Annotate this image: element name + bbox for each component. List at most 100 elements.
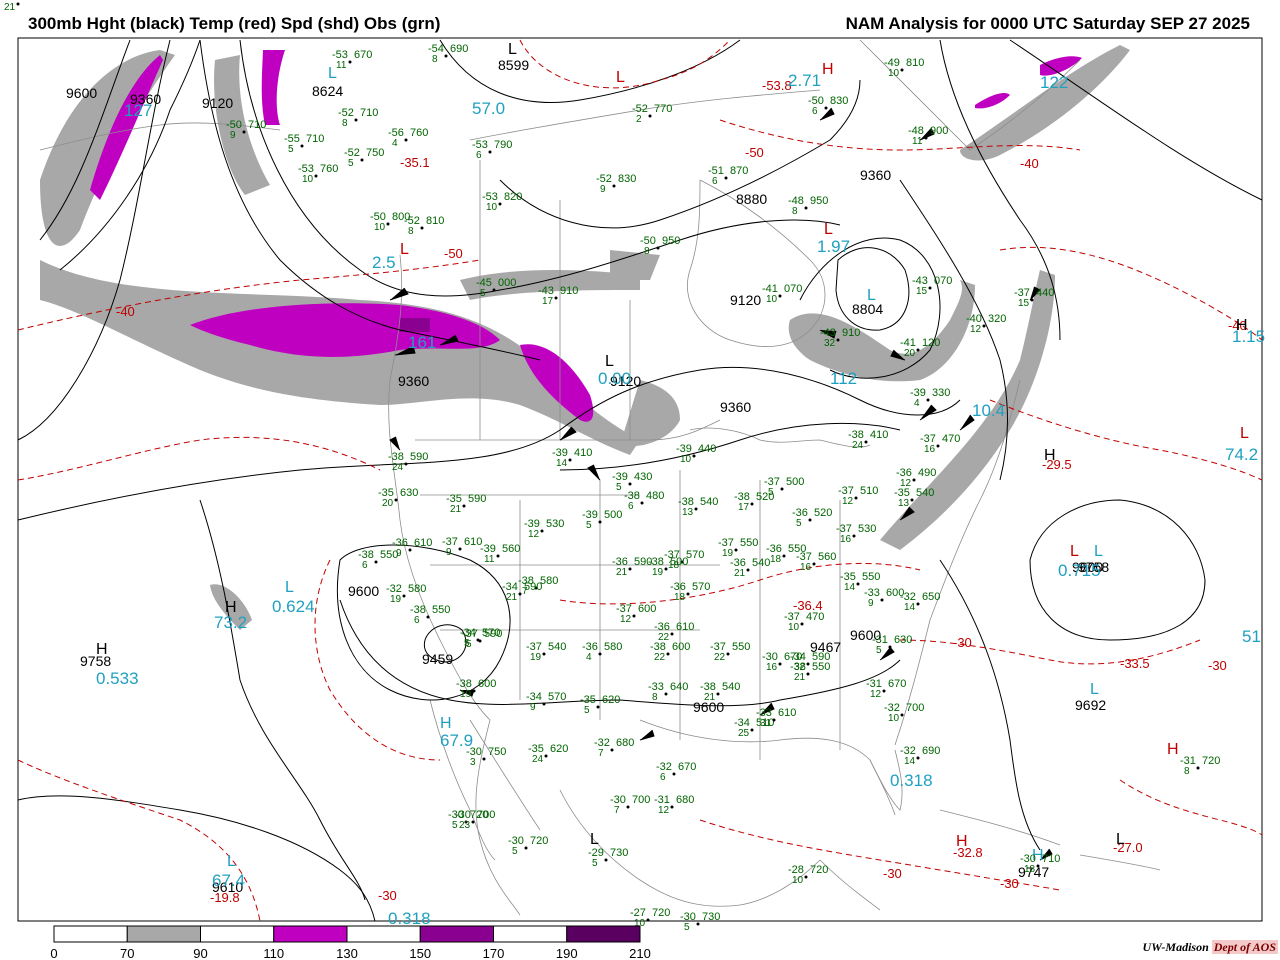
obs-height: 530 bbox=[546, 518, 564, 530]
obs-dewpoint: 21 bbox=[4, 2, 16, 13]
obs-dewpoint: 18 bbox=[1024, 864, 1036, 875]
temperature-label: -19.8 bbox=[210, 890, 240, 905]
obs-station-dot bbox=[804, 206, 808, 210]
obs-station-dot bbox=[694, 507, 698, 511]
obs-dewpoint: 9 bbox=[530, 702, 536, 713]
obs-height: 830 bbox=[830, 95, 848, 107]
obs-station-dot bbox=[386, 222, 390, 226]
obs-station-dot bbox=[1030, 298, 1034, 302]
height-label: 9600 bbox=[348, 583, 379, 599]
obs-height: 750 bbox=[366, 147, 384, 159]
obs-height: 580 bbox=[604, 641, 622, 653]
obs-height: 610 bbox=[414, 537, 432, 549]
obs-dewpoint: 22 bbox=[658, 632, 670, 643]
high-center-marker: H bbox=[822, 61, 834, 78]
obs-height: 610 bbox=[778, 707, 796, 719]
obs-station-dot bbox=[666, 652, 670, 656]
obs-height: 680 bbox=[676, 794, 694, 806]
colorbar-swatch bbox=[273, 925, 348, 943]
obs-station-dot bbox=[664, 692, 668, 696]
low-center-marker: L bbox=[616, 69, 625, 86]
obs-station-dot bbox=[420, 226, 424, 230]
obs-station-dot bbox=[492, 288, 496, 292]
obs-station-dot bbox=[374, 560, 378, 564]
obs-station-dot bbox=[598, 520, 602, 524]
obs-dewpoint: 20 bbox=[382, 498, 394, 509]
wind-speed-label: 67.4 bbox=[212, 871, 245, 890]
obs-dewpoint: 24 bbox=[392, 462, 404, 473]
obs-height: 490 bbox=[918, 467, 936, 479]
obs-station-dot bbox=[354, 118, 358, 122]
obs-dewpoint: 21 bbox=[450, 504, 462, 515]
obs-dewpoint: 11 bbox=[336, 60, 347, 71]
obs-dewpoint: 31 bbox=[760, 718, 772, 729]
obs-dewpoint: 7 bbox=[614, 805, 620, 816]
obs-height: 790 bbox=[494, 139, 512, 151]
height-label: 9120 bbox=[730, 292, 761, 308]
obs-height: 540 bbox=[722, 681, 740, 693]
obs-dewpoint: 12 bbox=[658, 805, 670, 816]
obs-height: 750 bbox=[488, 746, 506, 758]
colorbar-tick-label: 70 bbox=[120, 946, 134, 960]
low-center-marker: L bbox=[285, 579, 294, 596]
credit-footer: UW-Madison Dept of AOS bbox=[1143, 940, 1278, 955]
obs-height: 670 bbox=[354, 49, 372, 61]
obs-dewpoint: 14 bbox=[904, 602, 916, 613]
obs-height: 700 bbox=[477, 809, 495, 821]
colorbar-swatch bbox=[200, 925, 275, 943]
colorbar-swatch bbox=[566, 925, 641, 943]
credit-org: UW-Madison bbox=[1142, 940, 1209, 954]
low-center-marker: L bbox=[824, 221, 833, 238]
obs-dewpoint: 6 bbox=[660, 772, 666, 783]
wind-speed-label: 0.715 bbox=[1058, 561, 1101, 580]
obs-station-dot bbox=[916, 602, 920, 606]
obs-dewpoint: 19 bbox=[460, 689, 472, 700]
obs-height: 540 bbox=[548, 641, 566, 653]
obs-height: 540 bbox=[752, 557, 770, 569]
obs-station-dot bbox=[854, 496, 858, 500]
obs-station-dot bbox=[604, 858, 608, 862]
obs-station-dot bbox=[928, 286, 932, 290]
obs-height: 620 bbox=[602, 694, 620, 706]
obs-height: 600 bbox=[22, 0, 40, 3]
obs-height: 600 bbox=[672, 641, 690, 653]
obs-height: 590 bbox=[468, 493, 486, 505]
low-center-marker: L bbox=[1090, 681, 1099, 698]
obs-dewpoint: 5 bbox=[592, 858, 598, 869]
high-center-marker: H bbox=[1167, 741, 1179, 758]
colorbar-swatch bbox=[493, 925, 568, 943]
obs-dewpoint: 21 bbox=[794, 672, 806, 683]
obs-dewpoint: 17 bbox=[738, 502, 750, 513]
obs-station-dot bbox=[628, 482, 632, 486]
colorbar-tick-label: 0 bbox=[50, 946, 57, 960]
colorbar-tick-label: 170 bbox=[483, 946, 505, 960]
colorbar-swatch bbox=[53, 925, 128, 943]
obs-height: 670 bbox=[678, 761, 696, 773]
height-label: 9692 bbox=[1075, 697, 1106, 713]
obs-dewpoint: 5 bbox=[288, 144, 294, 155]
height-label: 9459 bbox=[422, 651, 453, 667]
obs-station-dot bbox=[496, 554, 500, 558]
obs-station-dot bbox=[982, 324, 986, 328]
obs-height: 320 bbox=[988, 313, 1006, 325]
low-center-marker: L bbox=[1094, 543, 1103, 560]
obs-dewpoint: 9 bbox=[868, 598, 874, 609]
obs-dewpoint: 10 bbox=[374, 222, 386, 233]
colorbar-tick-label: 210 bbox=[629, 946, 651, 960]
obs-dewpoint: 23 bbox=[459, 820, 471, 831]
obs-station-dot bbox=[471, 820, 475, 824]
obs-dewpoint: 13 bbox=[682, 507, 694, 518]
high-center-marker: H bbox=[1044, 447, 1056, 464]
obs-dewpoint: 12 bbox=[528, 529, 540, 540]
low-center-marker: L bbox=[590, 831, 599, 848]
wind-speed-label: 74.2 bbox=[1225, 445, 1258, 464]
temperature-label: -40 bbox=[116, 304, 135, 319]
obs-dewpoint: 14 bbox=[556, 458, 568, 469]
wind-speed-label: 112 bbox=[830, 369, 857, 388]
wind-speed-label: 0.00 bbox=[598, 369, 631, 388]
obs-station-dot bbox=[664, 567, 668, 571]
obs-station-dot bbox=[864, 440, 868, 444]
wind-speed-label: 2.5 bbox=[372, 253, 396, 272]
obs-station-dot bbox=[444, 54, 448, 58]
obs-station-dot bbox=[726, 652, 730, 656]
